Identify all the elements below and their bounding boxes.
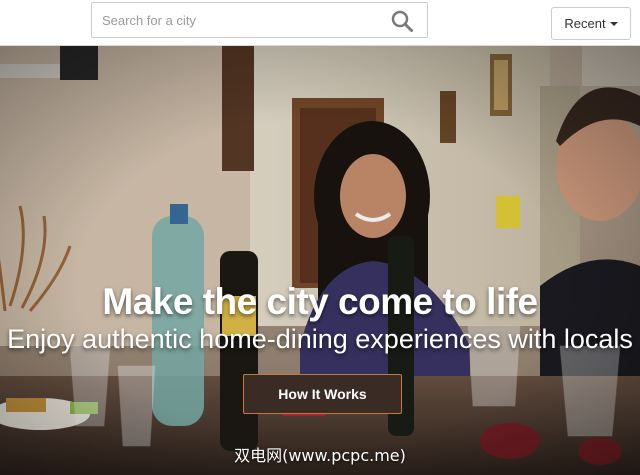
watermark: 双电网(www.pcpc.me): [234, 446, 406, 465]
hero-subheadline: Enjoy authentic home-dining experiences …: [7, 324, 633, 354]
recent-dropdown-button[interactable]: Recent: [551, 7, 631, 40]
search-input[interactable]: [92, 3, 387, 37]
hero-section: Make the city come to life Enjoy authent…: [0, 46, 640, 475]
search-box: [91, 2, 428, 38]
hero-headline: Make the city come to life: [102, 281, 538, 322]
top-bar: Recent: [0, 0, 640, 46]
how-it-works-button[interactable]: How It Works: [243, 374, 402, 414]
search-icon[interactable]: [391, 10, 413, 32]
caret-down-icon: [609, 22, 618, 26]
recent-label: Recent: [564, 16, 606, 31]
